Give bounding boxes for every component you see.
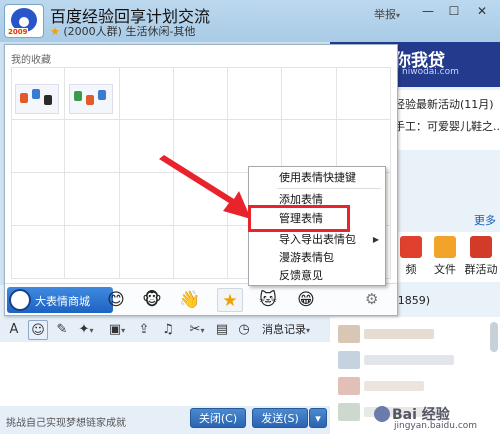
app-item-video[interactable]: 频 [394,236,428,277]
close-icon[interactable]: ✕ [474,4,490,18]
favorite-slot[interactable] [336,67,391,120]
message-input[interactable] [0,342,330,406]
menu-item-roaming-pack[interactable]: 漫游表情包 [249,249,385,267]
group-apps: 频 文件 群活动 [394,232,500,282]
favorite-slot[interactable] [119,67,174,120]
red-packet-icon[interactable]: ▤ [214,320,230,340]
emoji-button-icon[interactable]: ☺ [28,320,48,340]
video-icon [400,236,422,258]
flag-icon [470,236,492,258]
hand-emoji-icon[interactable]: 👋 [177,288,203,312]
group-logo-tag: 2009 [7,28,29,36]
minimize-icon[interactable]: — [420,4,436,18]
send-options-icon[interactable]: ▾ [309,408,327,428]
upload-icon[interactable]: ⇪ [136,320,152,340]
star-icon[interactable]: ★ [217,288,243,312]
member-name [364,329,434,339]
group-member-info: (2000人群) [63,25,122,38]
gear-icon[interactable]: ⚙ [365,290,378,308]
penguin-mascot-icon [9,289,31,311]
menu-item-feedback[interactable]: 反馈意见 [249,267,385,285]
smile-face-icon[interactable]: 😊 [103,288,129,312]
favorite-slot[interactable] [282,67,337,120]
maximize-icon[interactable]: ☐ [446,4,462,18]
notice-item[interactable]: 经验最新活动(11月) [394,96,494,112]
cat-face-icon[interactable]: 🐱 [255,288,281,312]
member-name [364,381,424,391]
music-icon[interactable]: ♫ [160,320,176,340]
favorite-slot[interactable] [119,226,174,279]
image-icon[interactable]: ▣▾ [104,320,130,340]
watermark-url: jingyan.baidu.com [394,421,478,431]
menu-item-import-export[interactable]: 导入导出表情包 [249,231,385,249]
group-category: 生活休闲-其他 [125,25,196,38]
scissors-icon[interactable]: ✂▾ [184,320,210,340]
submenu-arrow-icon: ▶ [372,235,379,244]
close-button[interactable]: 关闭(C) [190,408,246,428]
member-avatar [338,403,360,421]
favorite-slot[interactable] [11,173,66,226]
member-avatar [338,377,360,395]
member-count: /1859) [394,294,430,307]
member-list-scrollbar[interactable] [490,322,498,352]
emoji-pack-bar: 大表情商城 😊 🐵 👋 ★ 🐱 😁 ⚙ [5,283,397,315]
favorite-slot[interactable] [11,120,66,173]
favorite-sticker[interactable] [15,84,59,114]
group-subtitle: ★ (2000人群) 生活休闲-其他 [50,23,195,39]
folder-icon [434,236,456,258]
favorite-slot[interactable] [11,226,66,279]
message-history-button[interactable]: 消息记录▾ [262,321,310,337]
watermark: Bai 经验 jingyan.baidu.com [374,404,500,434]
favorite-slot[interactable] [173,67,229,120]
monkey-face-icon[interactable]: 🐵 [139,288,165,312]
favorite-slot[interactable] [65,120,120,173]
title-bar: 2009 百度经验回享计划交流 ★ (2000人群) 生活休闲-其他 举报▾ —… [0,0,500,42]
favorite-slot[interactable] [65,173,120,226]
shake-icon[interactable]: ✦▾ [74,320,98,340]
highlight-annotation-box [248,205,350,232]
grin-face-icon[interactable]: 😁 [293,288,319,312]
watermark-paw-icon [374,406,390,422]
red-arrow-annotation [159,155,251,219]
report-button[interactable]: 举报▾ [374,6,400,22]
member-avatar [338,351,360,369]
member-name [364,355,454,365]
group-avatar[interactable]: 2009 [4,4,44,38]
notice-item[interactable]: 手工：可爱婴儿鞋之... [394,118,500,134]
more-link[interactable]: 更多 [474,212,496,228]
group-motto: 挑战自己实现梦想链家成就 [6,418,126,429]
font-icon[interactable]: A [6,320,22,340]
app-item-files[interactable]: 文件 [428,236,462,277]
ad-url: niwodai.com [402,67,459,77]
favorite-slot[interactable] [173,226,229,279]
favorites-title: 我的收藏 [11,55,51,66]
app-item-activity[interactable]: 群活动 [464,236,498,277]
favorite-slot[interactable] [228,67,283,120]
emoji-shop-button[interactable]: 大表情商城 [7,287,113,313]
menu-item-shortcut[interactable]: 使用表情快捷键 [249,169,385,187]
star-icon: ★ [50,25,60,38]
send-button[interactable]: 发送(S) [252,408,308,428]
menu-separator [277,188,381,189]
magic-icon[interactable]: ✎ [54,320,70,340]
clock-icon[interactable]: ◷ [236,320,252,340]
favorite-sticker[interactable] [69,84,113,114]
favorite-slot[interactable] [65,226,120,279]
